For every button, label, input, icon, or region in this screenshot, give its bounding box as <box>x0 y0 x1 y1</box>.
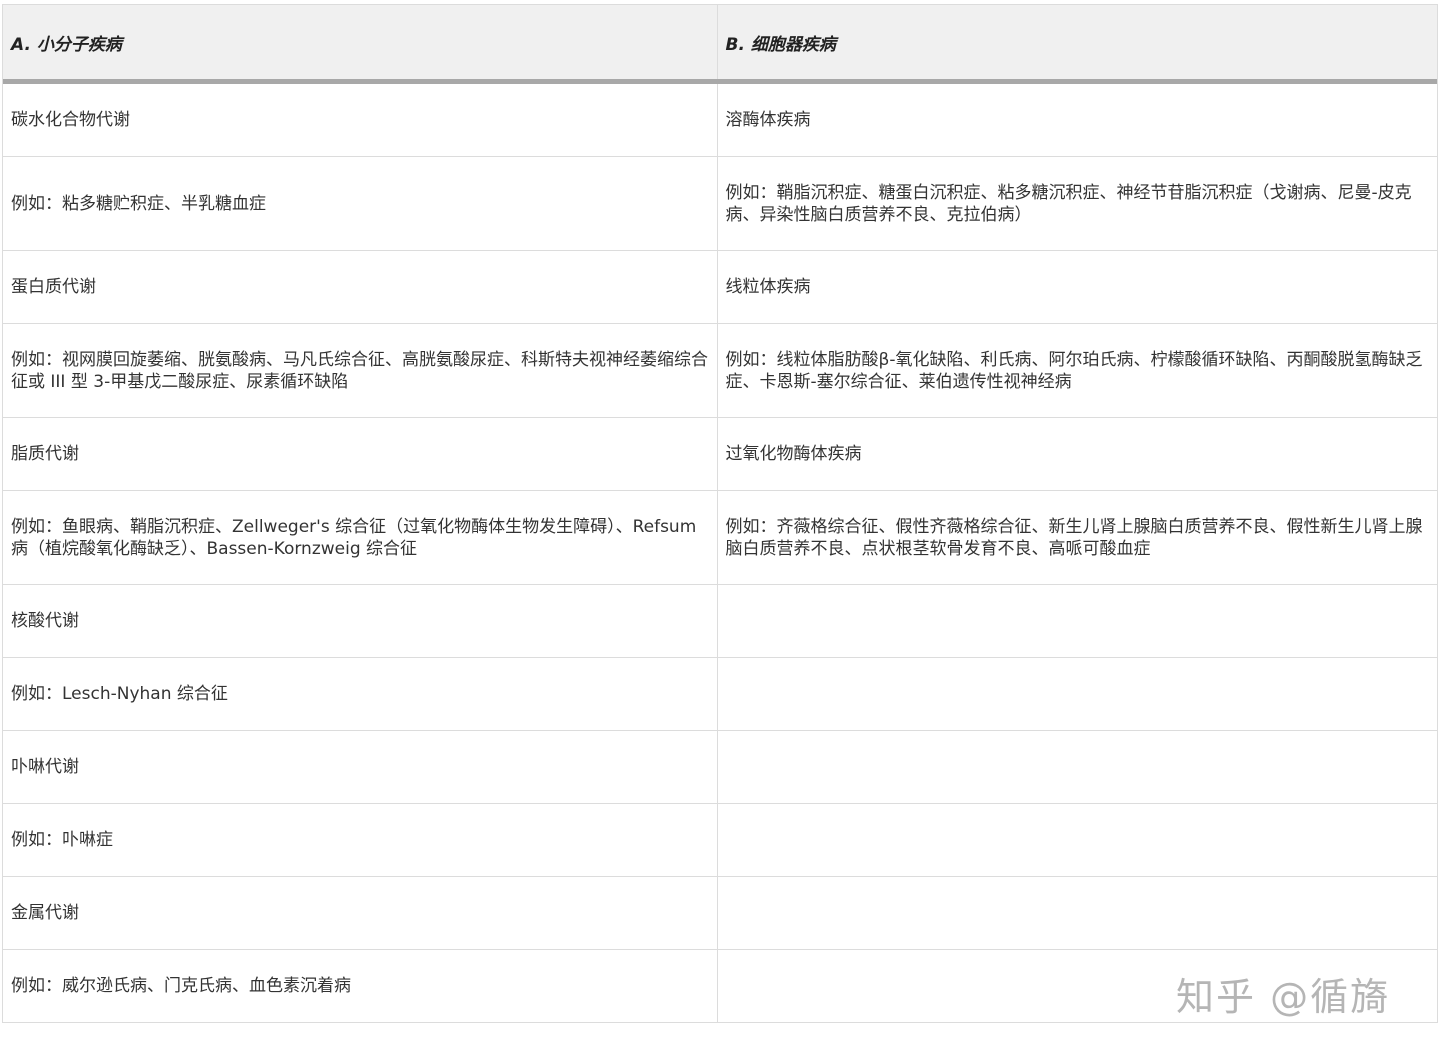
cell-small-molecule: 卟啉代谢 <box>3 730 718 804</box>
cell-small-molecule: 例如：Lesch-Nyhan 综合征 <box>3 657 718 731</box>
cell-small-molecule: 碳水化合物代谢 <box>3 81 718 157</box>
table-row: 金属代谢 <box>3 876 1437 950</box>
cell-small-molecule: 蛋白质代谢 <box>3 250 718 324</box>
cell-organelle <box>717 657 1437 731</box>
table-header-row: A. 小分子疾病 B. 细胞器疾病 <box>3 5 1437 84</box>
table-row: 例如：视网膜回旋萎缩、胱氨酸病、马凡氏综合征、高胱氨酸尿症、科斯特夫视神经萎缩综… <box>3 323 1437 418</box>
cell-small-molecule: 金属代谢 <box>3 876 718 950</box>
table-row: 例如：卟啉症 <box>3 803 1437 877</box>
table-row: 例如：鱼眼病、鞘脂沉积症、Zellweger's 综合征（过氧化物酶体生物发生障… <box>3 490 1437 585</box>
zhihu-watermark: 知乎 @循旖 <box>1176 975 1391 1019</box>
cell-small-molecule: 例如：卟啉症 <box>3 803 718 877</box>
cell-organelle: 例如：线粒体脂肪酸β-氧化缺陷、利氏病、阿尔珀氏病、柠檬酸循环缺陷、丙酮酸脱氢酶… <box>717 323 1437 418</box>
cell-small-molecule: 例如：粘多糖贮积症、半乳糖血症 <box>3 156 718 251</box>
disease-classification-table: A. 小分子疾病 B. 细胞器疾病 碳水化合物代谢 溶酶体疾病 例如：粘多糖贮积… <box>3 5 1437 1022</box>
cell-organelle: 溶酶体疾病 <box>717 81 1437 157</box>
header-small-molecule: A. 小分子疾病 <box>3 5 718 84</box>
table-row: 例如：Lesch-Nyhan 综合征 <box>3 657 1437 731</box>
cell-organelle <box>717 876 1437 950</box>
table-row: 例如：粘多糖贮积症、半乳糖血症 例如：鞘脂沉积症、糖蛋白沉积症、粘多糖沉积症、神… <box>3 156 1437 251</box>
table-row: 碳水化合物代谢 溶酶体疾病 <box>3 81 1437 157</box>
table-row: 蛋白质代谢 线粒体疾病 <box>3 250 1437 324</box>
cell-organelle: 线粒体疾病 <box>717 250 1437 324</box>
table-row: 核酸代谢 <box>3 584 1437 658</box>
header-organelle: B. 细胞器疾病 <box>717 5 1437 84</box>
table-row: 脂质代谢 过氧化物酶体疾病 <box>3 417 1437 491</box>
cell-organelle: 例如：齐薇格综合征、假性齐薇格综合征、新生儿肾上腺脑白质营养不良、假性新生儿肾上… <box>717 490 1437 585</box>
cell-organelle: 过氧化物酶体疾病 <box>717 417 1437 491</box>
disease-table-container: A. 小分子疾病 B. 细胞器疾病 碳水化合物代谢 溶酶体疾病 例如：粘多糖贮积… <box>2 4 1438 1023</box>
cell-small-molecule: 例如：威尔逊氏病、门克氏病、血色素沉着病 <box>3 949 718 1022</box>
cell-small-molecule: 例如：视网膜回旋萎缩、胱氨酸病、马凡氏综合征、高胱氨酸尿症、科斯特夫视神经萎缩综… <box>3 323 718 418</box>
cell-organelle <box>717 730 1437 804</box>
cell-organelle: 例如：鞘脂沉积症、糖蛋白沉积症、粘多糖沉积症、神经节苷脂沉积症（戈谢病、尼曼-皮… <box>717 156 1437 251</box>
cell-small-molecule: 核酸代谢 <box>3 584 718 658</box>
cell-organelle <box>717 803 1437 877</box>
table-row: 卟啉代谢 <box>3 730 1437 804</box>
cell-organelle <box>717 584 1437 658</box>
cell-small-molecule: 脂质代谢 <box>3 417 718 491</box>
cell-small-molecule: 例如：鱼眼病、鞘脂沉积症、Zellweger's 综合征（过氧化物酶体生物发生障… <box>3 490 718 585</box>
